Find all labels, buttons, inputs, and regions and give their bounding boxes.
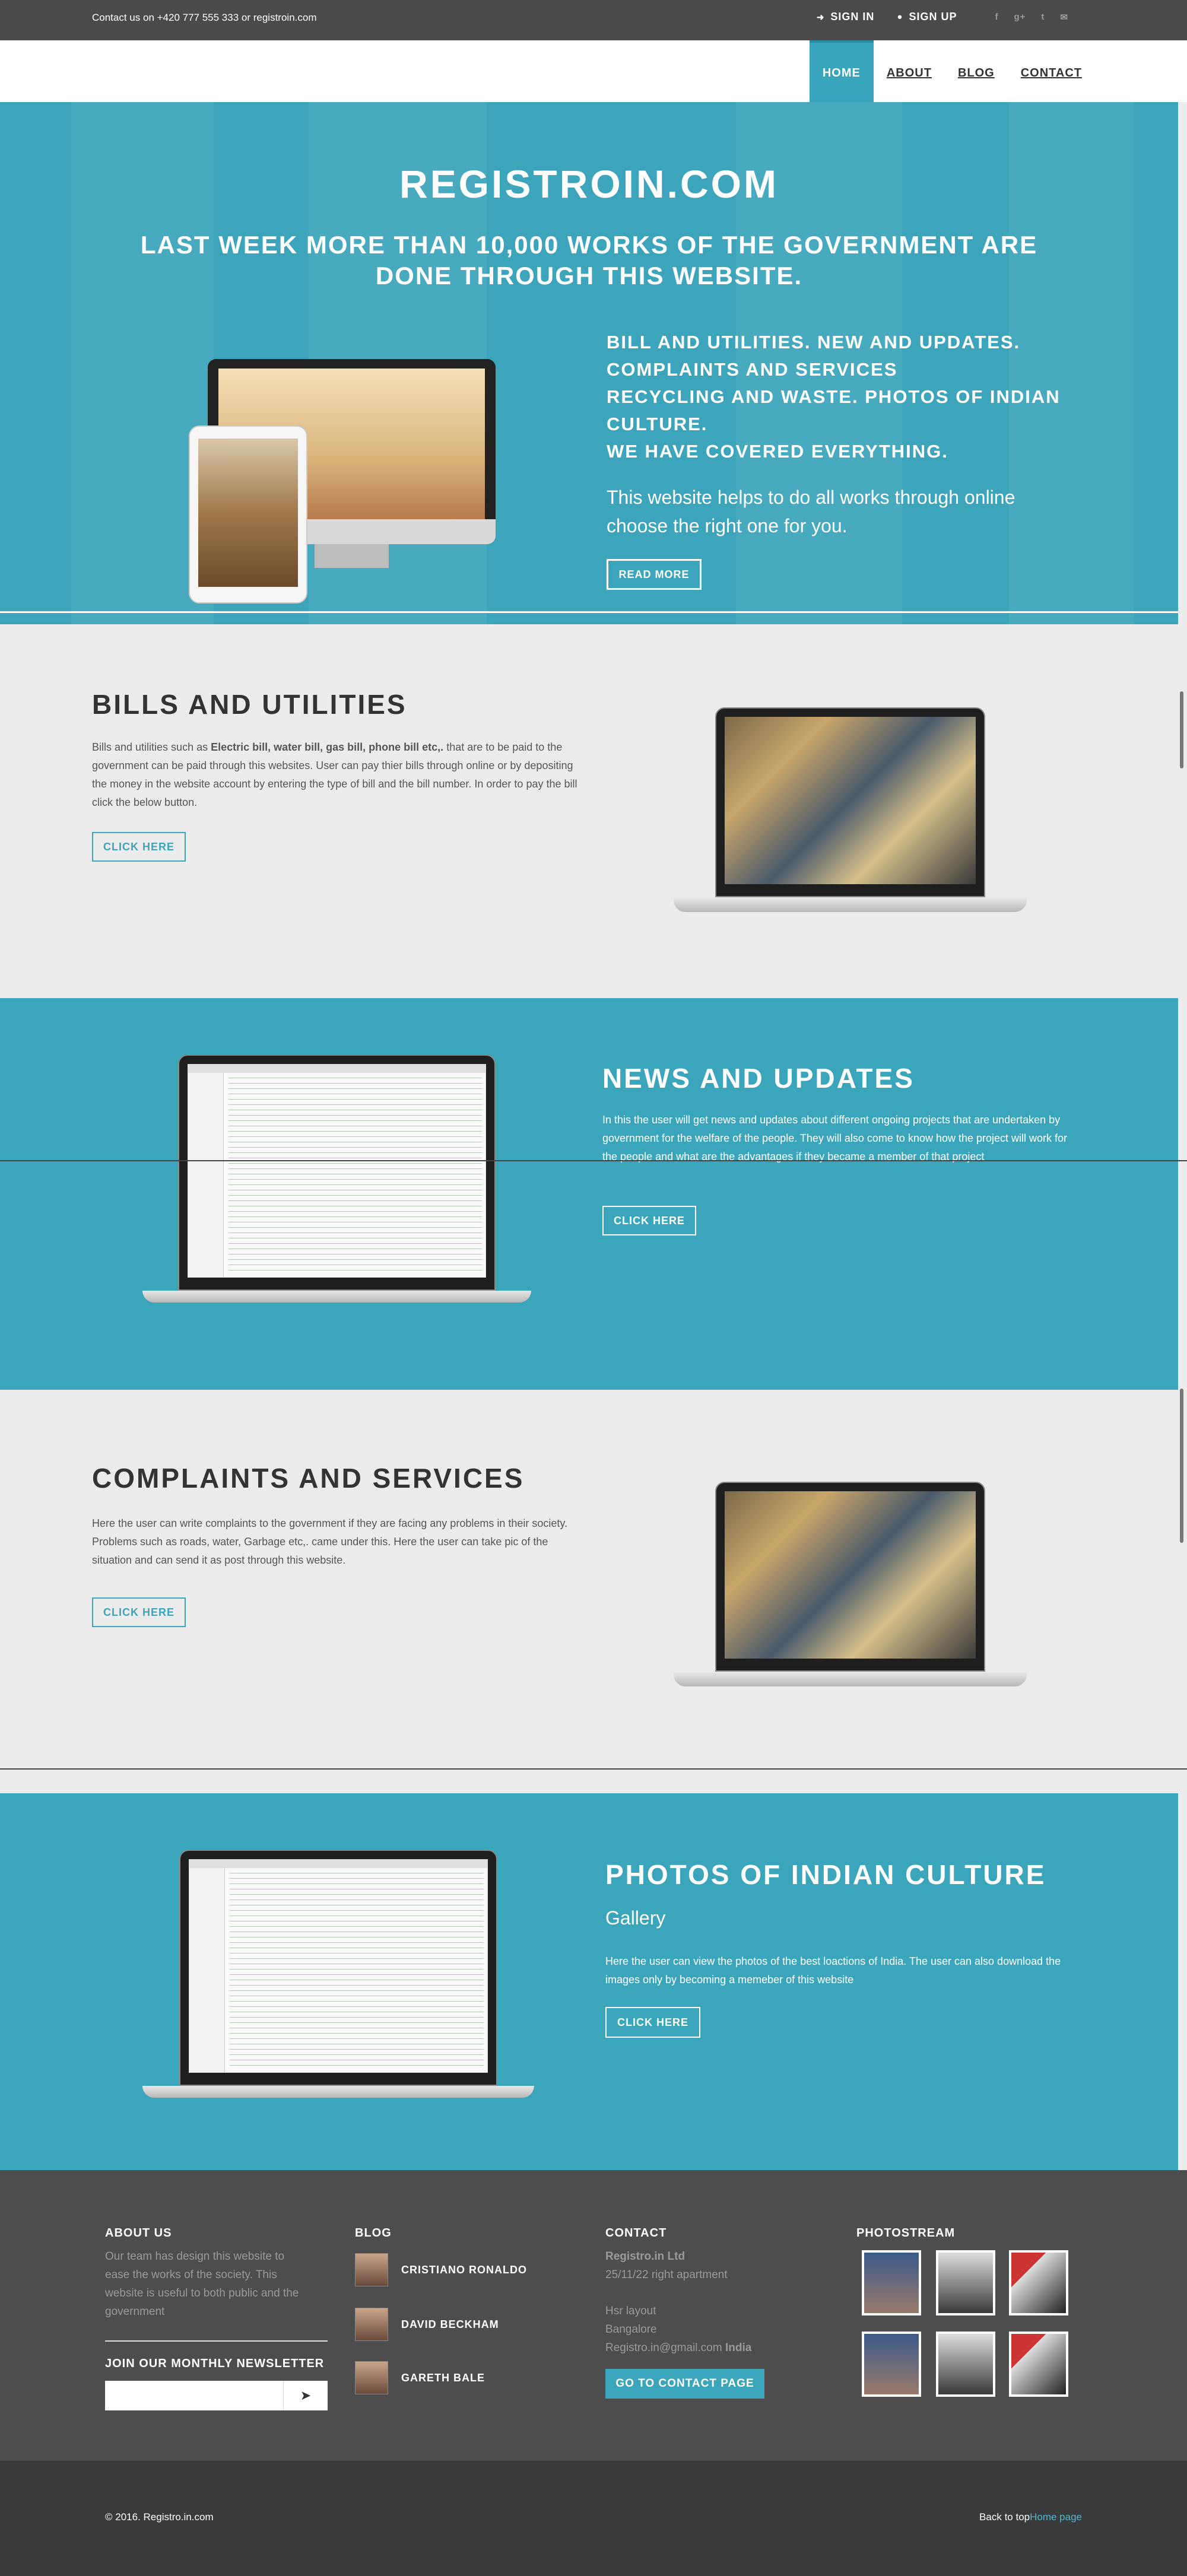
hero-banner: REGISTROIN.COM LAST WEEK MORE THAN 10,00… (0, 102, 1178, 624)
photostream-image[interactable] (862, 2332, 921, 2397)
contact-city: Bangalore (605, 2323, 657, 2336)
hero-subtitle: LAST WEEK MORE THAN 10,000 WORKS OF THE … (140, 231, 1038, 290)
contact-company: Registro.in Ltd (605, 2250, 685, 2263)
complaints-title: COMPLAINTS AND SERVICES (92, 1463, 525, 1494)
photostream-image[interactable] (936, 2332, 995, 2397)
blog-thumb (355, 2253, 388, 2286)
bills-title: BILLS AND UTILITIES (92, 689, 407, 720)
about-divider (105, 2340, 328, 2342)
nav-menu: HOME ABOUT BLOG CONTACT (809, 40, 1095, 102)
complaints-click-button[interactable]: CLICK HERE (92, 1597, 186, 1627)
bottom-bar: © 2016. Registro.in.com Back to topHome … (0, 2461, 1187, 2576)
blog-item[interactable]: DAVID BECKHAM (355, 2308, 499, 2341)
photostream-heading: PHOTOSTREAM (856, 2226, 956, 2240)
hero-title: REGISTROIN.COM (399, 162, 779, 206)
read-more-button[interactable]: READ MORE (607, 559, 702, 590)
contact-email-line: Registro.in@gmail.com India (605, 2339, 751, 2357)
scrollbar-thumb[interactable] (1180, 691, 1183, 768)
copyright: © 2016. Registro.in.com (105, 2511, 214, 2523)
photostream-image[interactable] (936, 2250, 995, 2315)
user-icon: ● (897, 12, 903, 22)
about-text: Our team has design this website to ease… (105, 2250, 299, 2318)
complaints-text: Here the user can write complaints to th… (92, 1517, 568, 1566)
photos-click-button[interactable]: CLICK HERE (605, 2007, 700, 2038)
about-heading: ABOUT US (105, 2226, 172, 2240)
blog-thumb (355, 2308, 388, 2341)
bills-section: BILLS AND UTILITIES Bills and utilities … (0, 624, 1178, 998)
photos-text: Here the user can view the photos of the… (605, 1955, 1061, 1986)
photostream-image[interactable] (1009, 2332, 1068, 2397)
photos-section: PHOTOS OF INDIAN CULTURE Gallery Here th… (0, 1793, 1178, 2170)
newsletter-heading: JOIN OUR MONTHLY NEWSLETTER (105, 2357, 325, 2370)
blog-heading: BLOG (355, 2226, 392, 2240)
send-icon[interactable]: ➤ (283, 2381, 328, 2410)
news-text: In this the user will get news and updat… (602, 1114, 1068, 1162)
blog-item-title: GARETH BALE (401, 2371, 485, 2384)
hero-features: BILL AND UTILITIES. NEW AND UPDATES. COM… (607, 329, 1081, 465)
sign-in-link[interactable]: ➜ SIGN IN (817, 11, 875, 23)
contact-page-button[interactable]: GO TO CONTACT PAGE (605, 2369, 764, 2399)
sign-in-label: SIGN IN (830, 11, 875, 23)
social-links: f g+ t ✉ (979, 12, 1068, 23)
photos-title: PHOTOS OF INDIAN CULTURE (605, 1859, 1046, 1890)
sign-up-label: SIGN UP (909, 11, 957, 23)
laptop-city-illustration (674, 707, 1027, 912)
scrollbar-thumb[interactable] (1180, 1389, 1183, 1543)
nav-item-blog[interactable]: BLOG (945, 40, 1008, 102)
back-to-top: Back to topHome page (979, 2511, 1082, 2523)
hero-description: This website helps to do all works throu… (607, 487, 1015, 536)
photostream-image[interactable] (862, 2250, 921, 2315)
facebook-icon[interactable]: f (995, 12, 998, 22)
main-nav: HOME ABOUT BLOG CONTACT (0, 40, 1187, 102)
bills-text-pre: Bills and utilities such as (92, 741, 211, 753)
hero-feature-item: WE HAVE COVERED EVERYTHING. (607, 441, 948, 462)
photostream-image[interactable] (1009, 2250, 1068, 2315)
twitter-icon[interactable]: t (1041, 12, 1045, 22)
section-divider (0, 1160, 1187, 1161)
contact-layout: Hsr layout (605, 2305, 656, 2317)
contact-heading: CONTACT (605, 2226, 667, 2240)
blog-thumb (355, 2361, 388, 2394)
news-section: NEWS AND UPDATES In this the user will g… (0, 998, 1178, 1390)
contact-email[interactable]: Registro.in@gmail.com (605, 2342, 722, 2354)
blog-item[interactable]: CRISTIANO RONALDO (355, 2253, 527, 2286)
bills-text-bold: Electric bill, water bill, gas bill, pho… (211, 741, 444, 753)
hero-feature-item: BILL AND UTILITIES. NEW AND UPDATES. (607, 332, 1021, 352)
contact-address: 25/11/22 right apartment (605, 2269, 728, 2281)
news-title: NEWS AND UPDATES (602, 1063, 915, 1094)
nav-item-home[interactable]: HOME (809, 40, 874, 102)
auth-links: ➜ SIGN IN ● SIGN UP f g+ t ✉ (817, 11, 1068, 23)
blog-item-title: CRISTIANO RONALDO (401, 2263, 527, 2276)
bills-text: Bills and utilities such as Electric bil… (92, 738, 579, 812)
laptop-city-illustration (674, 1482, 1027, 1686)
back-to-top-text: Back to top (979, 2511, 1030, 2523)
topbar-contact: Contact us on +420 777 555 333 or regist… (92, 12, 317, 23)
sign-in-icon: ➜ (816, 12, 825, 23)
hero-divider (0, 611, 1178, 613)
photos-subtitle: Gallery (605, 1907, 666, 1929)
laptop-code-illustration (142, 1054, 531, 1303)
home-page-link[interactable]: Home page (1030, 2511, 1082, 2523)
blog-item-title: DAVID BECKHAM (401, 2318, 499, 2330)
sign-up-link[interactable]: ● SIGN UP (897, 11, 957, 23)
bills-click-button[interactable]: CLICK HERE (92, 832, 186, 862)
nav-item-contact[interactable]: CONTACT (1008, 40, 1095, 102)
complaints-section: COMPLAINTS AND SERVICES Here the user ca… (0, 1390, 1178, 1770)
section-divider (0, 1768, 1187, 1770)
nav-item-about[interactable]: ABOUT (874, 40, 945, 102)
ipad-illustration (189, 425, 307, 603)
hero-feature-item: COMPLAINTS AND SERVICES (607, 359, 898, 380)
blog-item[interactable]: GARETH BALE (355, 2361, 485, 2394)
footer: ABOUT US Our team has design this websit… (0, 2170, 1187, 2461)
laptop-code-illustration (142, 1850, 534, 2098)
top-bar: Contact us on +420 777 555 333 or regist… (0, 0, 1187, 40)
email-icon[interactable]: ✉ (1060, 12, 1068, 23)
hero-feature-item: RECYCLING AND WASTE. PHOTOS OF INDIAN CU… (607, 386, 1061, 434)
news-click-button[interactable]: CLICK HERE (602, 1206, 696, 1235)
google-plus-icon[interactable]: g+ (1014, 12, 1026, 22)
contact-country: India (725, 2342, 752, 2354)
